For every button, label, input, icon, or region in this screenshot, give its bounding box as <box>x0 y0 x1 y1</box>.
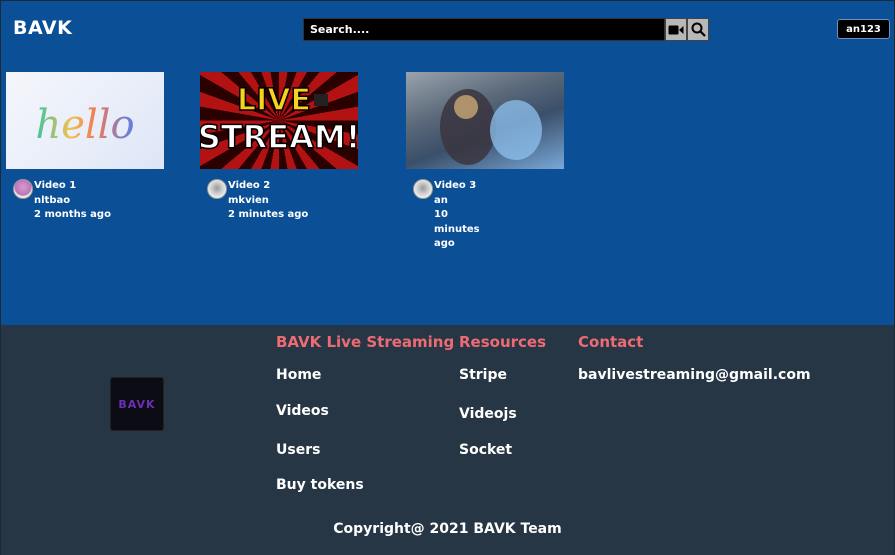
avatar[interactable] <box>207 179 227 199</box>
footer-heading-brand: BAVK Live Streaming <box>276 333 455 351</box>
avatar[interactable] <box>413 179 433 199</box>
footer-link-videos[interactable]: Videos <box>276 403 329 419</box>
live-thumb-text: LIVE <box>237 83 311 118</box>
video-card: Video 3 an 10 minutes ago <box>406 72 564 252</box>
footer-heading-resources: Resources <box>459 333 547 351</box>
footer-logo: BAVK <box>110 377 164 431</box>
video-author: an <box>434 194 448 206</box>
video-title[interactable]: Video 2 <box>228 179 298 194</box>
video-camera-icon <box>668 25 684 34</box>
video-card: hello Video 1 nltbao 2 months ago <box>6 72 164 223</box>
footer-link-buy-tokens[interactable]: Buy tokens <box>276 477 364 493</box>
footer: BAVK BAVK Live Streaming Home Videos Use… <box>1 325 894 555</box>
user-account-button[interactable]: an123 <box>837 19 890 39</box>
copyright-text: Copyright@ 2021 BAVK Team <box>333 521 562 537</box>
search-input[interactable] <box>303 18 665 41</box>
video-title[interactable]: Video 3 <box>434 179 496 194</box>
video-author: mkvien <box>228 194 269 206</box>
footer-link-stripe[interactable]: Stripe <box>459 367 507 383</box>
stream-thumb-text: STREAM! <box>200 118 358 156</box>
footer-link-videojs[interactable]: Videojs <box>459 406 517 422</box>
video-author: nltbao <box>34 194 71 206</box>
video-thumbnail[interactable]: hello <box>6 72 164 169</box>
video-thumbnail[interactable] <box>406 72 564 169</box>
video-card: LIVE STREAM! Video 2 mkvien 2 minutes ag… <box>200 72 358 223</box>
video-time: 2 months ago <box>34 209 111 220</box>
footer-link-home[interactable]: Home <box>276 367 321 383</box>
hello-thumb-text: hello <box>35 102 134 148</box>
search-button[interactable] <box>687 18 709 41</box>
footer-link-users[interactable]: Users <box>276 442 320 458</box>
video-time: 2 minutes ago <box>228 209 309 220</box>
footer-contact-email[interactable]: bavlivestreaming@gmail.com <box>578 367 811 383</box>
avatar[interactable] <box>13 179 33 199</box>
search-bar <box>303 18 709 41</box>
go-live-button[interactable] <box>665 18 687 41</box>
footer-link-socket[interactable]: Socket <box>459 442 512 458</box>
footer-heading-contact: Contact <box>578 333 644 351</box>
search-icon <box>691 22 706 37</box>
video-thumbnail[interactable]: LIVE STREAM! <box>200 72 358 169</box>
brand-logo[interactable]: BAVK <box>13 17 72 39</box>
video-time: 10 minutes ago <box>434 209 480 249</box>
video-title[interactable]: Video 1 <box>34 179 104 194</box>
